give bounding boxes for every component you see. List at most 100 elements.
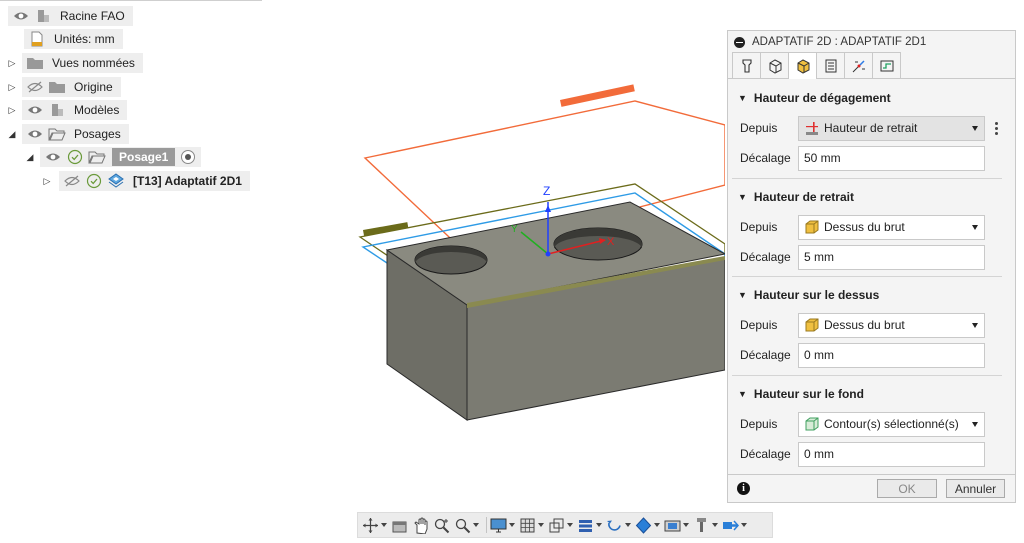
retract-offset-label: Décalage — [740, 250, 791, 264]
tab-simulation[interactable] — [872, 52, 901, 78]
section-divider — [732, 375, 1002, 376]
cam-root-icon — [34, 8, 52, 24]
collapse-icon[interactable]: ◢ — [6, 129, 18, 140]
bottom-offset-input[interactable]: 0 mm — [798, 441, 985, 467]
dropdown-arrow-icon — [625, 523, 631, 527]
section-bottom-header[interactable]: ▼ Hauteur sur le fond — [728, 383, 1015, 405]
view-cube-button[interactable] — [548, 517, 573, 534]
more-options-icon[interactable] — [993, 121, 999, 136]
clearance-from-select[interactable]: Hauteur de retrait — [798, 115, 985, 141]
collapse-dialog-icon[interactable] — [734, 36, 745, 48]
section-icon — [579, 519, 592, 532]
tree-item-root[interactable]: Racine FAO — [8, 6, 133, 26]
dropdown-arrow-icon — [654, 523, 660, 527]
bottom-offset-row: Décalage 0 mm — [728, 441, 1015, 467]
refresh-button[interactable] — [606, 517, 631, 534]
units-label: Unités: mm — [54, 32, 115, 46]
section-bottom-height: ▼ Hauteur sur le fond Depuis Contour(s) … — [728, 383, 1015, 475]
expand-icon[interactable]: ▷ — [6, 105, 18, 116]
triad-origin — [545, 251, 551, 257]
camera-button[interactable] — [664, 517, 689, 534]
tree-item-named-views[interactable]: ▷ Vues nommées — [6, 53, 143, 73]
tab-tool[interactable] — [732, 52, 761, 78]
dialog-header[interactable]: ADAPTATIF 2D : ADAPTATIF 2D1 — [728, 31, 1015, 53]
section-divider — [732, 178, 1002, 179]
orbit-button[interactable] — [362, 517, 387, 534]
tree-item-origin-bg: Origine — [22, 77, 121, 97]
eye-icon[interactable] — [26, 102, 44, 118]
clearance-offset-input[interactable]: 50 mm — [798, 145, 985, 171]
tree-item-units[interactable]: Unités: mm — [24, 29, 123, 49]
clearance-from-row: Depuis Hauteur de retrait — [728, 115, 1015, 141]
retract-from-select[interactable]: Dessus du brut — [798, 214, 985, 240]
radio-active-icon[interactable] — [179, 149, 197, 165]
x-axis-label: X — [607, 236, 615, 248]
tab-geometry[interactable] — [760, 52, 789, 78]
section-clearance-height: ▼ Hauteur de dégagement Depuis Hauteur d… — [728, 87, 1015, 179]
expand-icon[interactable]: ▷ — [6, 58, 18, 69]
fit-button[interactable] — [454, 517, 479, 534]
folder-icon — [48, 79, 66, 95]
retract-offset-input[interactable]: 5 mm — [798, 244, 985, 270]
tree-item-operation[interactable]: ▷ [T13] Adaptatif 2D1 — [41, 171, 250, 191]
section-clearance-header[interactable]: ▼ Hauteur de dégagement — [728, 87, 1015, 109]
tree-item-root-bg: Racine FAO — [8, 6, 133, 26]
tab-linking[interactable] — [844, 52, 873, 78]
dialog-footer: i OK Annuler — [728, 474, 1015, 502]
toolbar-separator — [486, 517, 487, 533]
grid-button[interactable] — [519, 517, 544, 534]
models-label: Modèles — [74, 103, 120, 117]
tool-display-button[interactable] — [693, 517, 718, 534]
open-folder-icon — [48, 126, 66, 142]
camera-icon — [664, 520, 681, 531]
section-analysis-button[interactable] — [577, 517, 602, 534]
section-retract-header[interactable]: ▼ Hauteur de retrait — [728, 186, 1015, 208]
eye-hidden-icon[interactable] — [26, 79, 44, 95]
eye-icon[interactable] — [12, 8, 30, 24]
appearance-button[interactable] — [635, 516, 660, 534]
tree-item-setups[interactable]: ◢ Posages — [6, 124, 129, 144]
top-from-select[interactable]: Dessus du brut — [798, 312, 985, 338]
dropdown-arrow-icon — [712, 523, 718, 527]
tree-top-line — [0, 0, 262, 1]
tree-item-models[interactable]: ▷ Modèles — [6, 100, 128, 120]
origin-label: Origine — [74, 80, 113, 94]
zoom-button[interactable] — [433, 517, 450, 534]
expand-icon[interactable]: ▷ — [41, 176, 53, 187]
dialog-tabs — [728, 52, 1015, 79]
tree-item-origin[interactable]: ▷ Origine — [6, 77, 121, 97]
section-top-header[interactable]: ▼ Hauteur sur le dessus — [728, 284, 1015, 306]
look-at-button[interactable] — [391, 517, 408, 534]
cancel-button[interactable]: Annuler — [946, 479, 1005, 498]
top-offset-row: Décalage 0 mm — [728, 342, 1015, 368]
z-axis-arrow — [545, 205, 551, 212]
section-retract-title: Hauteur de retrait — [753, 190, 854, 204]
collapse-icon[interactable]: ◢ — [24, 152, 36, 163]
tab-passes[interactable] — [816, 52, 845, 78]
top-from-row: Depuis Dessus du brut — [728, 312, 1015, 338]
clearance-offset-label: Décalage — [740, 151, 791, 165]
top-offset-input[interactable]: 0 mm — [798, 342, 985, 368]
tree-item-setup1[interactable]: ◢ Posage1 — [24, 147, 202, 167]
info-icon[interactable]: i — [737, 482, 750, 495]
expand-icon[interactable]: ▷ — [6, 82, 18, 93]
tree-item-operation-bg: [T13] Adaptatif 2D1 — [59, 171, 250, 191]
folder-icon — [26, 55, 44, 71]
open-folder-icon — [88, 149, 106, 165]
eye-icon[interactable] — [26, 126, 44, 142]
tab-heights[interactable] — [788, 52, 817, 79]
dropdown-arrow-icon — [972, 421, 978, 427]
machine-button[interactable] — [722, 517, 747, 534]
graphics-viewport[interactable]: Z X Y — [255, 0, 727, 505]
display-settings-button[interactable] — [490, 517, 515, 534]
pan-button[interactable] — [412, 517, 429, 534]
passes-icon — [825, 59, 836, 72]
z-axis-label: Z — [543, 184, 550, 198]
ok-button[interactable]: OK — [877, 479, 937, 498]
dropdown-arrow-icon — [509, 523, 515, 527]
eye-hidden-icon[interactable] — [63, 173, 81, 189]
eye-icon[interactable] — [44, 149, 62, 165]
caret-down-icon: ▼ — [738, 290, 747, 300]
bottom-from-select[interactable]: Contour(s) sélectionné(s) — [798, 411, 985, 437]
model-canvas[interactable]: Z X Y — [255, 0, 727, 505]
